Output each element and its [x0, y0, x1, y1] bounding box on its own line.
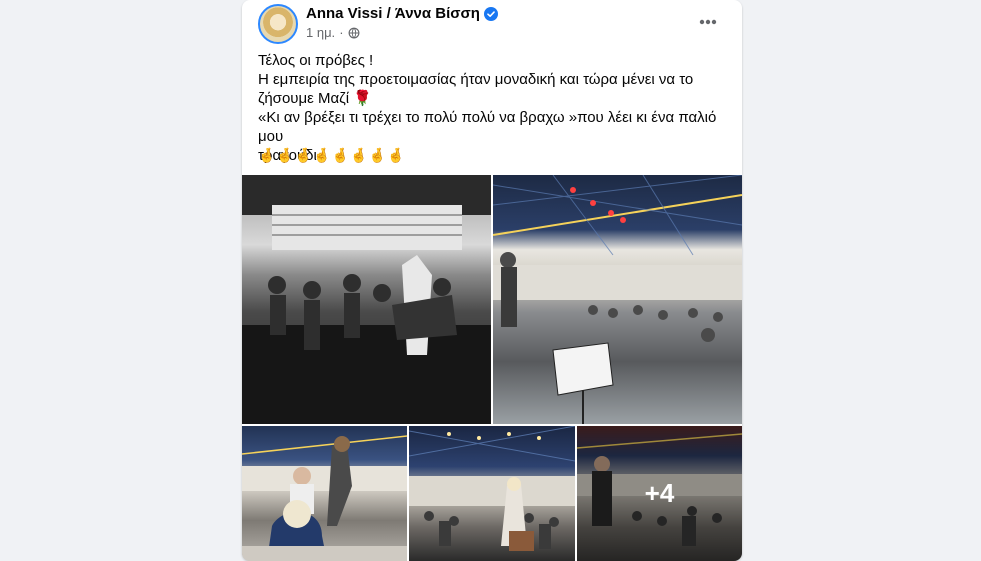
- post-text-line: Τέλος οι πρόβες !: [258, 52, 374, 69]
- photo-rehearsal-1-content: [242, 175, 491, 424]
- photo-rehearsal-2-content: [493, 175, 742, 424]
- photo-rehearsal-2[interactable]: [493, 175, 742, 424]
- photo-rehearsal-4-content: [409, 426, 575, 551]
- photo-rehearsal-4[interactable]: [409, 426, 575, 561]
- post-text-line: ζήσουμε Μαζί 🌹: [258, 90, 372, 107]
- author-name[interactable]: Anna Vissi / Άννα Βίσση: [306, 5, 480, 22]
- meta-separator: ·: [339, 25, 344, 40]
- post-text-line: «Κι αν βρέξει τι τρέχει το πολύ πολύ να …: [258, 109, 717, 145]
- photo-rehearsal-1[interactable]: [242, 175, 491, 424]
- post-text-line: Η εμπειρία της προετοιμασίας ήταν μοναδι…: [258, 71, 694, 88]
- more-options-button[interactable]: [694, 8, 722, 36]
- photo-rehearsal-3-content: [242, 435, 407, 561]
- post-timestamp[interactable]: 1 ημ.: [306, 25, 335, 40]
- photo-rehearsal-5[interactable]: +4: [577, 426, 742, 561]
- post-card: Anna Vissi / Άννα Βίσση 1 ημ. · Τέλος οι…: [242, 0, 742, 561]
- more-photos-count: +4: [644, 478, 675, 508]
- more-photos-overlay[interactable]: +4: [577, 426, 742, 561]
- verified-badge-icon: [483, 6, 498, 21]
- globe-icon: [348, 27, 359, 39]
- photo-rehearsal-3[interactable]: [242, 426, 407, 561]
- more-options-icon: [699, 19, 717, 25]
- author-avatar[interactable]: [258, 4, 298, 44]
- post-emoji-line: 🤞🤞🤞🤞🤞🤞🤞🤞: [258, 147, 406, 163]
- post-author-row: Anna Vissi / Άννα Βίσση: [306, 5, 498, 22]
- post-meta: 1 ημ. ·: [306, 25, 360, 40]
